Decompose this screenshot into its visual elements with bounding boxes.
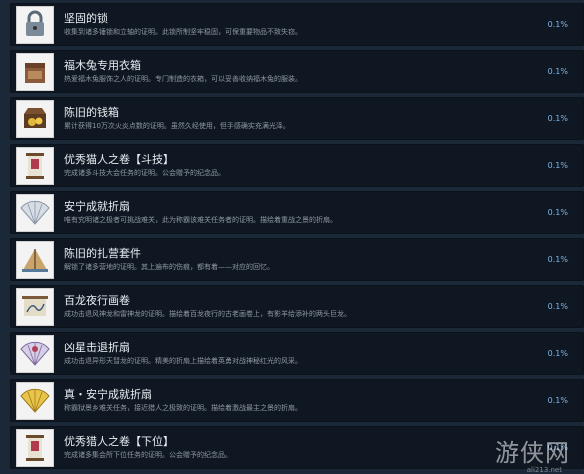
achievement-description: 成功击退异形天彗龙的证明。精美的折扇上描绘着英勇对战神秘红光的风采。 bbox=[64, 357, 302, 365]
achievement-row[interactable]: 优秀猫人之卷【斗技】 完成诸多斗技大会任务的证明。公会赠予的纪念品。 0.1% bbox=[10, 144, 584, 187]
achievement-description: 成功击退风神龙和雷神龙的证明。描绘着百龙夜行的古老画卷上，有影羊给添补的两头巨龙… bbox=[64, 310, 351, 318]
money-chest-icon bbox=[16, 100, 54, 138]
gold-fan-icon bbox=[16, 382, 54, 420]
watermark-logo: 游侠网 bbox=[495, 439, 570, 467]
achievement-percent: 0.1% bbox=[547, 302, 568, 311]
camp-kit-icon bbox=[16, 241, 54, 279]
achievement-percent: 0.1% bbox=[547, 208, 568, 217]
clothes-chest-icon bbox=[16, 53, 54, 91]
achievement-row[interactable]: 陈旧的钱箱 累计获得10万次火炎点数的证明。虽然久经使用，但手感确实充满光泽。 … bbox=[10, 97, 584, 140]
achievement-description: 热爱福木兔服饰之人的证明。专门制造的衣箱，可以妥善收纳福木兔的服装。 bbox=[64, 75, 302, 83]
achievement-title: 坚固的锁 bbox=[64, 12, 108, 25]
achievement-title: 陈旧的钱箱 bbox=[64, 106, 119, 119]
folding-fan-icon bbox=[16, 335, 54, 373]
achievement-title: 福木兔专用衣箱 bbox=[64, 59, 141, 72]
achievement-percent: 0.1% bbox=[547, 161, 568, 170]
achievement-title: 陈旧的扎营套件 bbox=[64, 247, 141, 260]
achievement-title: 真・安宁成就折扇 bbox=[64, 388, 152, 401]
achievement-percent: 0.1% bbox=[547, 349, 568, 358]
achievement-description: 累计获得10万次火炎点数的证明。虽然久经使用，但手感确实充满光泽。 bbox=[64, 122, 290, 130]
achievement-title: 凶星击退折扇 bbox=[64, 341, 130, 354]
achievement-row[interactable]: 福木兔专用衣箱 热爱福木兔服饰之人的证明。专门制造的衣箱，可以妥善收纳福木兔的服… bbox=[10, 50, 584, 93]
achievement-percent: 0.1% bbox=[547, 67, 568, 76]
painting-scroll-icon bbox=[16, 288, 54, 326]
achievement-row[interactable]: 凶星击退折扇 成功击退异形天彗龙的证明。精美的折扇上描绘着英勇对战神秘红光的风采… bbox=[10, 332, 584, 375]
achievement-description: 收集到诸多锤锁和立轴的证明。此锁所制坚牢稳固，可保重要物品不致失窃。 bbox=[64, 28, 302, 36]
achievement-percent: 0.1% bbox=[547, 114, 568, 123]
watermark-url: ali213.net bbox=[526, 466, 562, 474]
achievement-row[interactable]: 安宁成就折扇 唯有究明诸之极者可挑战难关，此为称霸该难关任务者的证明。描绘着重战… bbox=[10, 191, 584, 234]
achievement-percent: 0.1% bbox=[547, 396, 568, 405]
achievement-percent: 0.1% bbox=[547, 20, 568, 29]
achievement-row[interactable]: 真・安宁成就折扇 称霸狱景乡难关任务，接近猎人之极致的证明。描绘着激战最主之景的… bbox=[10, 379, 584, 422]
lock-icon bbox=[16, 6, 54, 44]
folding-fan-icon bbox=[16, 194, 54, 232]
achievement-row[interactable]: 百龙夜行画卷 成功击退风神龙和雷神龙的证明。描绘着百龙夜行的古老画卷上，有影羊给… bbox=[10, 285, 584, 328]
achievement-description: 解锁了诸多营地的证明。其上遍布的伤痕，都有着——对应的回忆。 bbox=[64, 263, 274, 271]
achievement-title: 安宁成就折扇 bbox=[64, 200, 130, 213]
scroll-icon bbox=[16, 147, 54, 185]
achievement-title: 优秀猫人之卷【斗技】 bbox=[64, 153, 174, 166]
achievement-title: 百龙夜行画卷 bbox=[64, 294, 130, 307]
achievement-description: 唯有究明诸之极者可挑战难关，此为称霸该难关任务者的证明。描绘着重战之景的折扇。 bbox=[64, 216, 337, 224]
achievement-title: 优秀猎人之卷【下位】 bbox=[64, 435, 174, 448]
achievement-description: 完成诸多集会所下位任务的证明。公会赠予的纪念品。 bbox=[64, 451, 232, 459]
scroll-icon bbox=[16, 429, 54, 467]
achievement-description: 完成诸多斗技大会任务的证明。公会赠予的纪念品。 bbox=[64, 169, 225, 177]
achievement-row[interactable]: 坚固的锁 收集到诸多锤锁和立轴的证明。此锁所制坚牢稳固，可保重要物品不致失窃。 … bbox=[10, 3, 584, 46]
achievement-row[interactable]: 陈旧的扎营套件 解锁了诸多营地的证明。其上遍布的伤痕，都有着——对应的回忆。 0… bbox=[10, 238, 584, 281]
achievement-description: 称霸狱景乡难关任务，接近猎人之极致的证明。描绘着激战最主之景的折扇。 bbox=[64, 404, 302, 412]
achievement-percent: 0.1% bbox=[547, 255, 568, 264]
